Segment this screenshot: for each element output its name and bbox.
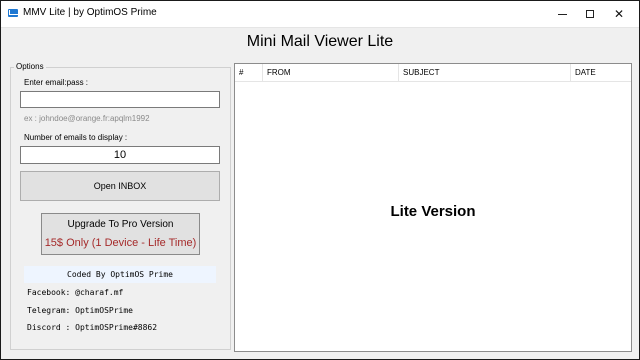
discord-contact: Discord : OptimOSPrime#8862 xyxy=(27,323,158,332)
upgrade-pro-button[interactable]: Upgrade To Pro Version 15$ Only (1 Devic… xyxy=(41,213,200,255)
email-count-label: Number of emails to display : xyxy=(24,133,128,142)
telegram-contact: Telegram: OptimOSPrime xyxy=(27,306,133,315)
email-hint: ex : johndoe@orange.fr:apqlm1992 xyxy=(24,114,150,123)
open-inbox-label: Open INBOX xyxy=(93,181,147,191)
list-header: # FROM SUBJECT DATE xyxy=(235,64,631,82)
email-list[interactable]: # FROM SUBJECT DATE Lite Version xyxy=(234,63,632,352)
minimize-icon xyxy=(557,13,567,15)
close-button[interactable]: ✕ xyxy=(599,1,639,27)
upgrade-price: 15$ Only (1 Device - Life Time) xyxy=(44,237,197,249)
upgrade-title: Upgrade To Pro Version xyxy=(67,219,174,230)
mail-icon xyxy=(8,9,18,17)
column-header-subject[interactable]: SUBJECT xyxy=(399,64,571,81)
email-count-input[interactable] xyxy=(20,146,220,164)
close-icon: ✕ xyxy=(613,7,625,21)
open-inbox-button[interactable]: Open INBOX xyxy=(20,171,220,201)
coded-by-banner: Coded By OptimOS Prime xyxy=(24,266,216,283)
column-header-number[interactable]: # xyxy=(235,64,263,81)
app-window: MMV Lite | by OptimOS Prime ✕ Mini Mail … xyxy=(0,0,640,360)
page-title: Mini Mail Viewer Lite xyxy=(246,33,394,50)
column-header-date[interactable]: DATE xyxy=(571,64,631,81)
window-title: MMV Lite | by OptimOS Prime xyxy=(23,7,157,18)
facebook-contact: Facebook: @charaf.mf xyxy=(27,288,124,297)
lite-version-label: Lite Version xyxy=(390,203,476,220)
column-header-from[interactable]: FROM xyxy=(263,64,399,81)
email-pass-input[interactable] xyxy=(20,91,220,108)
email-label: Enter email:pass : xyxy=(24,78,89,87)
maximize-icon xyxy=(586,10,594,18)
options-legend: Options xyxy=(14,62,46,71)
title-bar[interactable]: MMV Lite | by OptimOS Prime ✕ xyxy=(1,1,639,28)
